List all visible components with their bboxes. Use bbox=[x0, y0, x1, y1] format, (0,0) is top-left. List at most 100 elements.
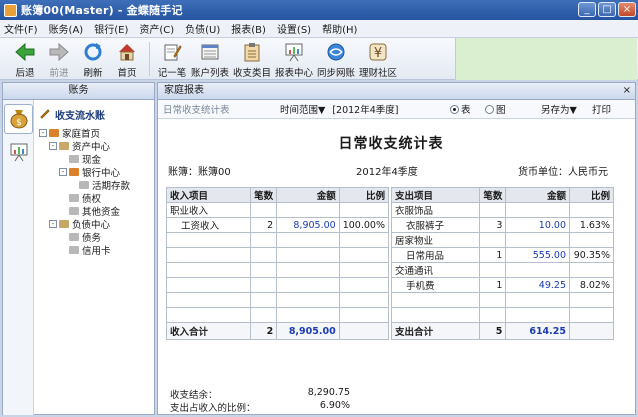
close-window-button[interactable]: × bbox=[618, 2, 636, 17]
table-cell bbox=[505, 262, 570, 278]
left-panel: 账务 $ 收支流水账 - 家庭首页 - 资产中心 现金 - 银行中心 活期存款 … bbox=[2, 82, 155, 415]
sync-button[interactable]: 同步网账 bbox=[315, 38, 357, 80]
svg-text:$: $ bbox=[16, 118, 22, 128]
community-button[interactable]: ¥ 理财社区 bbox=[357, 38, 399, 80]
table-cell bbox=[250, 307, 278, 323]
table-cell bbox=[276, 307, 340, 323]
menu-help[interactable]: 帮助(H) bbox=[322, 21, 357, 36]
tree-item-cash[interactable]: 现金 bbox=[69, 152, 154, 166]
table-cell bbox=[276, 277, 340, 293]
report-center-button[interactable]: 报表中心 bbox=[273, 38, 315, 80]
window-controls: _ □ × bbox=[578, 2, 636, 17]
table-row[interactable] bbox=[390, 292, 614, 308]
notepad-pencil-icon bbox=[161, 41, 183, 63]
radio-unselected-icon bbox=[485, 104, 494, 114]
column-header: 笔数 bbox=[479, 187, 507, 203]
back-button[interactable]: 后退 bbox=[8, 38, 42, 80]
tree-title[interactable]: 收支流水账 bbox=[39, 106, 154, 122]
menu-bank[interactable]: 银行(E) bbox=[94, 21, 128, 36]
radio-selected-icon bbox=[450, 104, 459, 114]
table-row[interactable] bbox=[165, 307, 390, 323]
close-panel-button[interactable]: × bbox=[623, 83, 631, 99]
globe-sync-icon bbox=[325, 41, 347, 63]
table-row[interactable]: 职业收入 bbox=[165, 202, 390, 218]
table-row[interactable]: 居家物业 bbox=[390, 232, 614, 248]
menu-settings[interactable]: 设置(S) bbox=[277, 21, 311, 36]
table-row[interactable] bbox=[165, 277, 390, 293]
menu-file[interactable]: 文件(F) bbox=[4, 21, 38, 36]
view-chart-radio[interactable]: 图 bbox=[485, 102, 506, 116]
table-row[interactable]: 衣服饰品 bbox=[390, 202, 614, 218]
tab-reports[interactable] bbox=[4, 138, 33, 168]
table-row[interactable] bbox=[165, 232, 390, 248]
table-cell bbox=[276, 247, 340, 263]
table-cell: 100.00% bbox=[338, 217, 390, 233]
table-cell: 工资收入 bbox=[165, 217, 252, 233]
folder-icon bbox=[69, 154, 79, 163]
menu-assets[interactable]: 资产(C) bbox=[139, 21, 174, 36]
table-row[interactable] bbox=[165, 292, 390, 308]
view-table-radio[interactable]: 表 bbox=[450, 102, 471, 116]
table-cell bbox=[276, 292, 340, 308]
menu-liabilities[interactable]: 负债(U) bbox=[185, 21, 220, 36]
tree-item-claims[interactable]: 债权 bbox=[69, 191, 154, 205]
table-cell: 8,905.00 bbox=[276, 217, 340, 233]
menu-account[interactable]: 账务(A) bbox=[49, 21, 84, 36]
table-row[interactable] bbox=[165, 262, 390, 278]
tree-item-debt[interactable]: 债务 bbox=[69, 230, 154, 244]
report-summary: 收支结余： 8,290.75 支出占收入的比例： 6.90% bbox=[170, 387, 390, 414]
print-button[interactable]: 打印 bbox=[592, 102, 611, 116]
tab-accounting[interactable]: $ bbox=[4, 104, 33, 134]
collapse-icon[interactable]: - bbox=[59, 167, 67, 176]
collapse-icon[interactable]: - bbox=[49, 141, 57, 150]
table-row[interactable] bbox=[390, 307, 614, 323]
table-cell bbox=[569, 262, 614, 278]
tree-item-liabilities[interactable]: - 负债中心 bbox=[49, 217, 154, 231]
expense-table: 支出项目 笔数 金额 比例 衣服饰品 衣服裤子 3 10.00 1.63% 居家物业 日常用… bbox=[390, 187, 614, 340]
account-list-button[interactable]: 账户列表 bbox=[189, 38, 231, 80]
tab-daily-stats[interactable]: 日常收支统计表 bbox=[163, 102, 230, 116]
table-cell bbox=[250, 247, 278, 263]
folder-icon bbox=[59, 219, 69, 228]
account-tree: 收支流水账 - 家庭首页 - 资产中心 现金 - 银行中心 活期存款 债权 其他… bbox=[39, 106, 154, 257]
table-cell bbox=[338, 307, 390, 323]
minimize-button[interactable]: _ bbox=[578, 2, 596, 17]
tree-item-bank[interactable]: - 银行中心 bbox=[59, 165, 154, 179]
table-header-row: 收入项目 笔数 金额 比例 bbox=[165, 187, 390, 203]
table-cell bbox=[165, 307, 252, 323]
maximize-button[interactable]: □ bbox=[598, 2, 616, 17]
table-row[interactable]: 手机费 1 49.25 8.02% bbox=[390, 277, 614, 293]
table-cell: 49.25 bbox=[505, 277, 570, 293]
table-row[interactable]: 工资收入 2 8,905.00 100.00% bbox=[165, 217, 390, 233]
folder-icon bbox=[59, 141, 69, 150]
forward-button[interactable]: 前进 bbox=[42, 38, 76, 80]
table-row[interactable]: 衣服裤子 3 10.00 1.63% bbox=[390, 217, 614, 233]
table-cell: 日常用品 bbox=[390, 247, 481, 263]
time-range-selector[interactable]: 时间范围▼ [2012年4季度] bbox=[280, 102, 398, 116]
arrow-right-icon bbox=[48, 41, 70, 63]
home-button[interactable]: 首页 bbox=[110, 38, 144, 80]
table-cell bbox=[276, 202, 340, 218]
table-cell bbox=[250, 277, 278, 293]
collapse-icon[interactable]: - bbox=[49, 219, 57, 228]
yen-icon: ¥ bbox=[367, 41, 389, 63]
money-bag-icon: $ bbox=[8, 107, 30, 132]
categories-button[interactable]: 收支类目 bbox=[231, 38, 273, 80]
tree-item-credit-card[interactable]: 信用卡 bbox=[69, 243, 154, 257]
table-row[interactable]: 交通通讯 bbox=[390, 262, 614, 278]
refresh-button[interactable]: 刷新 bbox=[76, 38, 110, 80]
column-header: 收入项目 bbox=[165, 187, 252, 203]
table-row[interactable] bbox=[165, 247, 390, 263]
tree-item-other-funds[interactable]: 其他资金 bbox=[69, 204, 154, 218]
tree-item-assets[interactable]: - 资产中心 bbox=[49, 139, 154, 153]
record-button[interactable]: 记一笔 bbox=[155, 38, 189, 80]
table-cell bbox=[569, 202, 614, 218]
tree-item-demand-deposit[interactable]: 活期存款 bbox=[79, 178, 154, 192]
collapse-icon[interactable]: - bbox=[39, 128, 47, 137]
column-header: 笔数 bbox=[250, 187, 278, 203]
folder-icon bbox=[69, 245, 79, 254]
table-row[interactable]: 日常用品 1 555.00 90.35% bbox=[390, 247, 614, 263]
tree-item-home[interactable]: - 家庭首页 bbox=[39, 126, 154, 140]
menu-reports[interactable]: 报表(B) bbox=[231, 21, 266, 36]
save-as-button[interactable]: 另存为▼ bbox=[541, 102, 577, 116]
